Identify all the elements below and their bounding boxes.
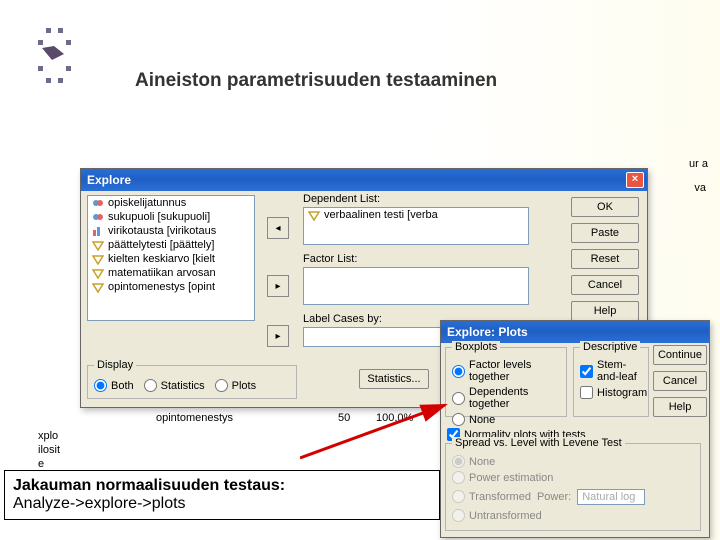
- labelcases-label: Label Cases by:: [303, 313, 382, 325]
- stem-check[interactable]: Stem-and-leaf: [580, 359, 642, 383]
- help-button[interactable]: Help: [571, 301, 639, 321]
- list-item: matematiikan arvosan: [88, 266, 254, 280]
- help-button[interactable]: Help: [653, 397, 707, 417]
- note-line2: Analyze->explore->plots: [13, 495, 186, 512]
- power-label: Power:: [537, 491, 571, 503]
- group-label: Display: [94, 359, 136, 371]
- descriptive-group: Descriptive Stem-and-leaf Histogram: [573, 347, 649, 417]
- bg-text: va: [694, 182, 706, 194]
- bg-left-text: ilosit: [38, 444, 60, 456]
- close-icon[interactable]: ×: [626, 172, 644, 188]
- spread-group: Spread vs. Level with Levene Test None P…: [445, 443, 701, 531]
- factor-label: Factor List:: [303, 253, 357, 265]
- spread-none-radio: None: [452, 455, 694, 468]
- display-stats-radio[interactable]: Statistics: [144, 379, 205, 392]
- spread-transformed-radio: Transformed: [452, 490, 531, 503]
- display-plots-radio[interactable]: Plots: [215, 379, 256, 392]
- var-icon: [92, 281, 104, 293]
- dialog-title: Explore: [87, 173, 131, 187]
- titlebar[interactable]: Explore: Plots: [441, 321, 709, 343]
- list-item: verbaalinen testi [verba: [304, 208, 528, 222]
- group-label: Descriptive: [580, 341, 640, 353]
- boxplots-dependents-radio[interactable]: Dependents together: [452, 386, 560, 410]
- list-item: päättelytesti [päättely]: [88, 238, 254, 252]
- boxplots-factorlevels-radio[interactable]: Factor levels together: [452, 359, 560, 383]
- cancel-button[interactable]: Cancel: [653, 371, 707, 391]
- annotation-note: Jakauman normaalisuuden testaus: Analyze…: [4, 470, 440, 520]
- bg-table-n: 50: [338, 412, 350, 424]
- ok-button[interactable]: OK: [571, 197, 639, 217]
- boxplots-none-radio[interactable]: None: [452, 413, 560, 426]
- bg-left-text: xplo: [38, 430, 58, 442]
- factor-list[interactable]: [303, 267, 529, 305]
- bg-table-label: opintomenestys: [156, 412, 233, 424]
- list-item: sukupuoli [sukupuoli]: [88, 210, 254, 224]
- paste-button[interactable]: Paste: [571, 223, 639, 243]
- var-icon: [92, 267, 104, 279]
- move-to-dependent-button[interactable]: ◂: [267, 217, 289, 239]
- group-label: Boxplots: [452, 341, 500, 353]
- list-item: opiskelijatunnus: [88, 196, 254, 210]
- logo: [38, 28, 72, 91]
- list-item: kielten keskiarvo [kielt: [88, 252, 254, 266]
- titlebar[interactable]: Explore ×: [81, 169, 647, 191]
- var-icon: [308, 209, 320, 221]
- var-icon: [92, 253, 104, 265]
- var-icon: [92, 225, 104, 237]
- var-icon: [92, 211, 104, 223]
- bg-table-pct: 100,0%: [376, 412, 413, 424]
- var-icon: [92, 197, 104, 209]
- group-label: Spread vs. Level with Levene Test: [452, 437, 625, 449]
- dependent-list[interactable]: verbaalinen testi [verba: [303, 207, 529, 245]
- page-title: Aineiston parametrisuuden testaaminen: [135, 70, 497, 92]
- note-line1: Jakauman normaalisuuden testaus:: [13, 477, 285, 494]
- move-to-labelcases-button[interactable]: ▸: [267, 325, 289, 347]
- boxplots-group: Boxplots Factor levels together Dependen…: [445, 347, 567, 417]
- hist-check[interactable]: Histogram: [580, 386, 642, 399]
- list-item: opintomenestys [opint: [88, 280, 254, 294]
- plots-dialog: Explore: Plots Boxplots Factor levels to…: [440, 320, 710, 538]
- list-item: virikotausta [virikotaus: [88, 224, 254, 238]
- bg-left-text: e: [38, 458, 44, 470]
- power-select: Natural log: [577, 489, 645, 505]
- display-both-radio[interactable]: Both: [94, 379, 134, 392]
- variable-list[interactable]: opiskelijatunnus sukupuoli [sukupuoli] v…: [87, 195, 255, 321]
- cancel-button[interactable]: Cancel: [571, 275, 639, 295]
- var-icon: [92, 239, 104, 251]
- continue-button[interactable]: Continue: [653, 345, 707, 365]
- spread-power-radio: Power estimation: [452, 471, 694, 484]
- dependent-label: Dependent List:: [303, 193, 380, 205]
- dialog-title: Explore: Plots: [447, 325, 528, 339]
- bg-text: ur a: [689, 158, 708, 170]
- move-to-factor-button[interactable]: ▸: [267, 275, 289, 297]
- spread-untransformed-radio: Untransformed: [452, 509, 694, 522]
- statistics-button[interactable]: Statistics...: [359, 369, 429, 389]
- display-group: Display Both Statistics Plots: [87, 365, 297, 399]
- reset-button[interactable]: Reset: [571, 249, 639, 269]
